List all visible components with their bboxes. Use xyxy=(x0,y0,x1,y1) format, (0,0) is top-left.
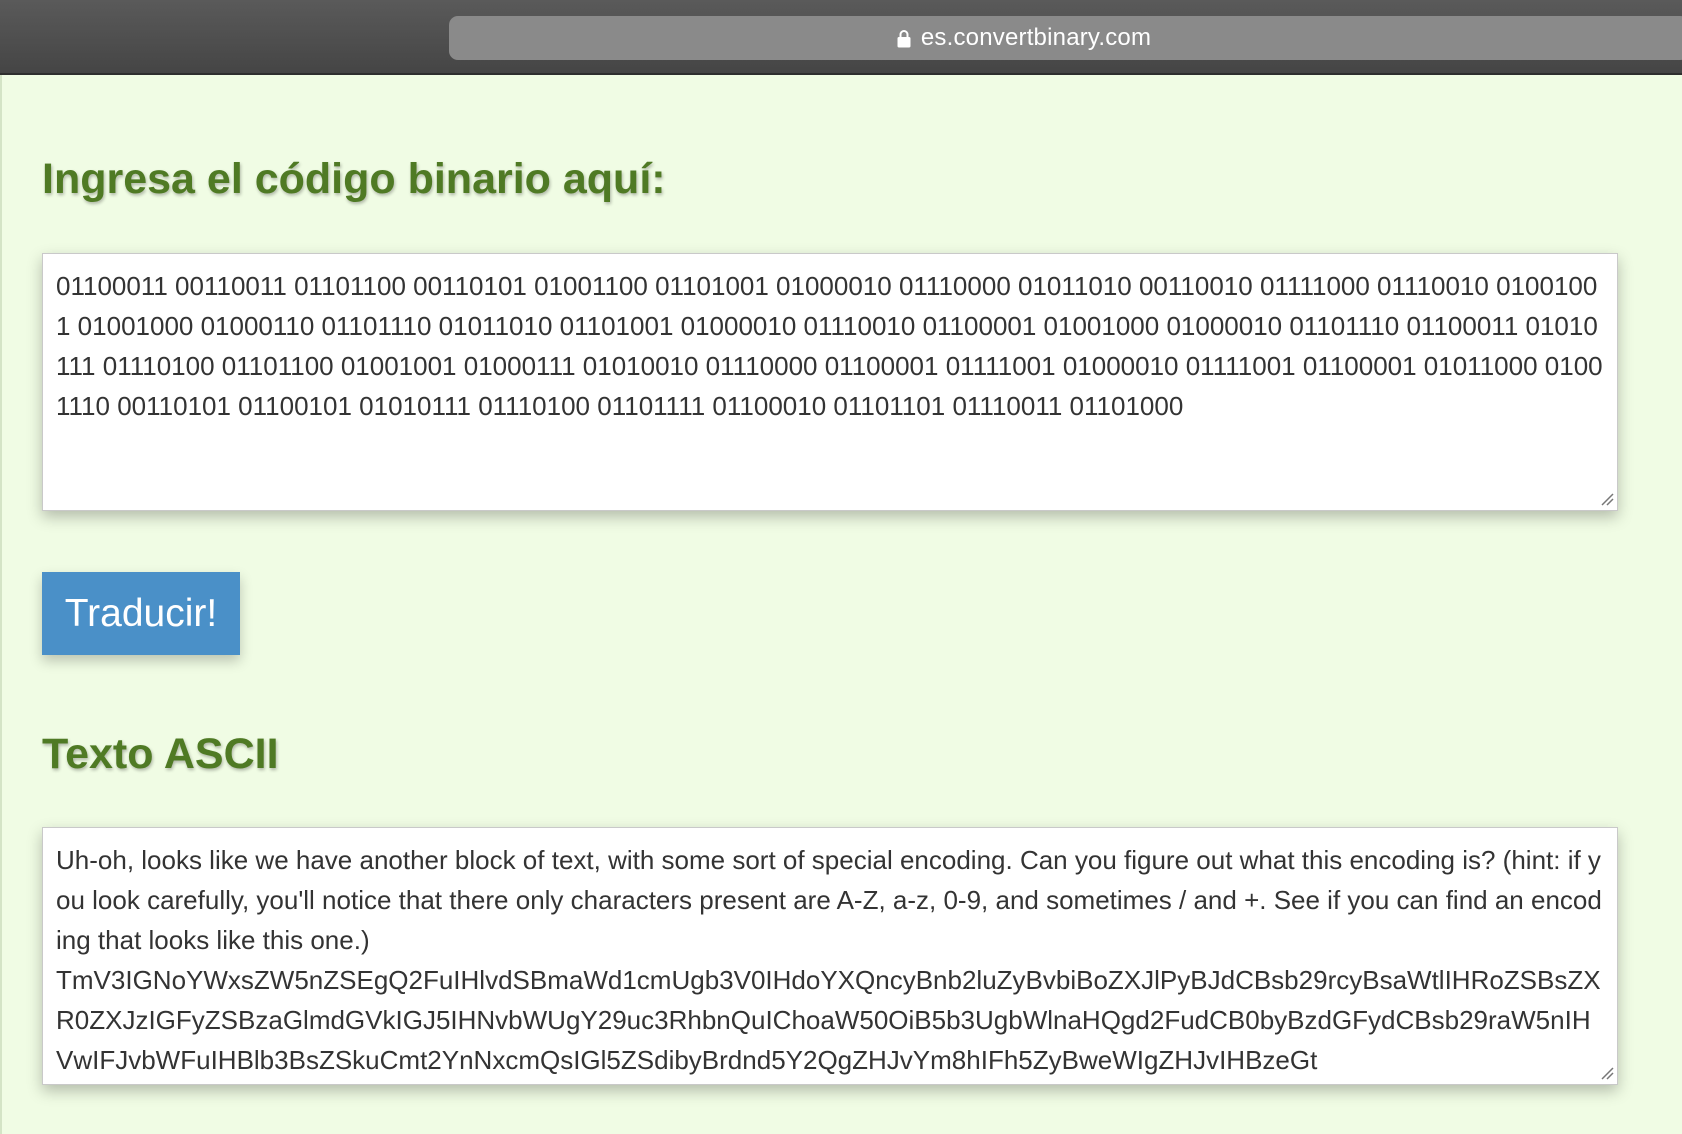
input-heading: Ingresa el código binario aquí: xyxy=(42,155,666,203)
url-text: es.convertbinary.com xyxy=(920,24,1152,51)
ascii-output-textarea[interactable]: Uh-oh, looks like we have another block … xyxy=(42,827,1618,1085)
output-heading: Texto ASCII xyxy=(42,730,279,778)
page-content: Ingresa el código binario aquí: 01100011… xyxy=(0,75,1682,1134)
translate-button[interactable]: Traducir! xyxy=(42,572,240,655)
browser-toolbar: es.convertbinary.com xyxy=(0,0,1682,75)
binary-input-textarea[interactable]: 01100011 00110011 01101100 00110101 0100… xyxy=(42,253,1618,511)
page-edge xyxy=(0,75,2,1134)
address-bar[interactable]: es.convertbinary.com xyxy=(449,16,1682,60)
lock-icon xyxy=(897,29,911,48)
